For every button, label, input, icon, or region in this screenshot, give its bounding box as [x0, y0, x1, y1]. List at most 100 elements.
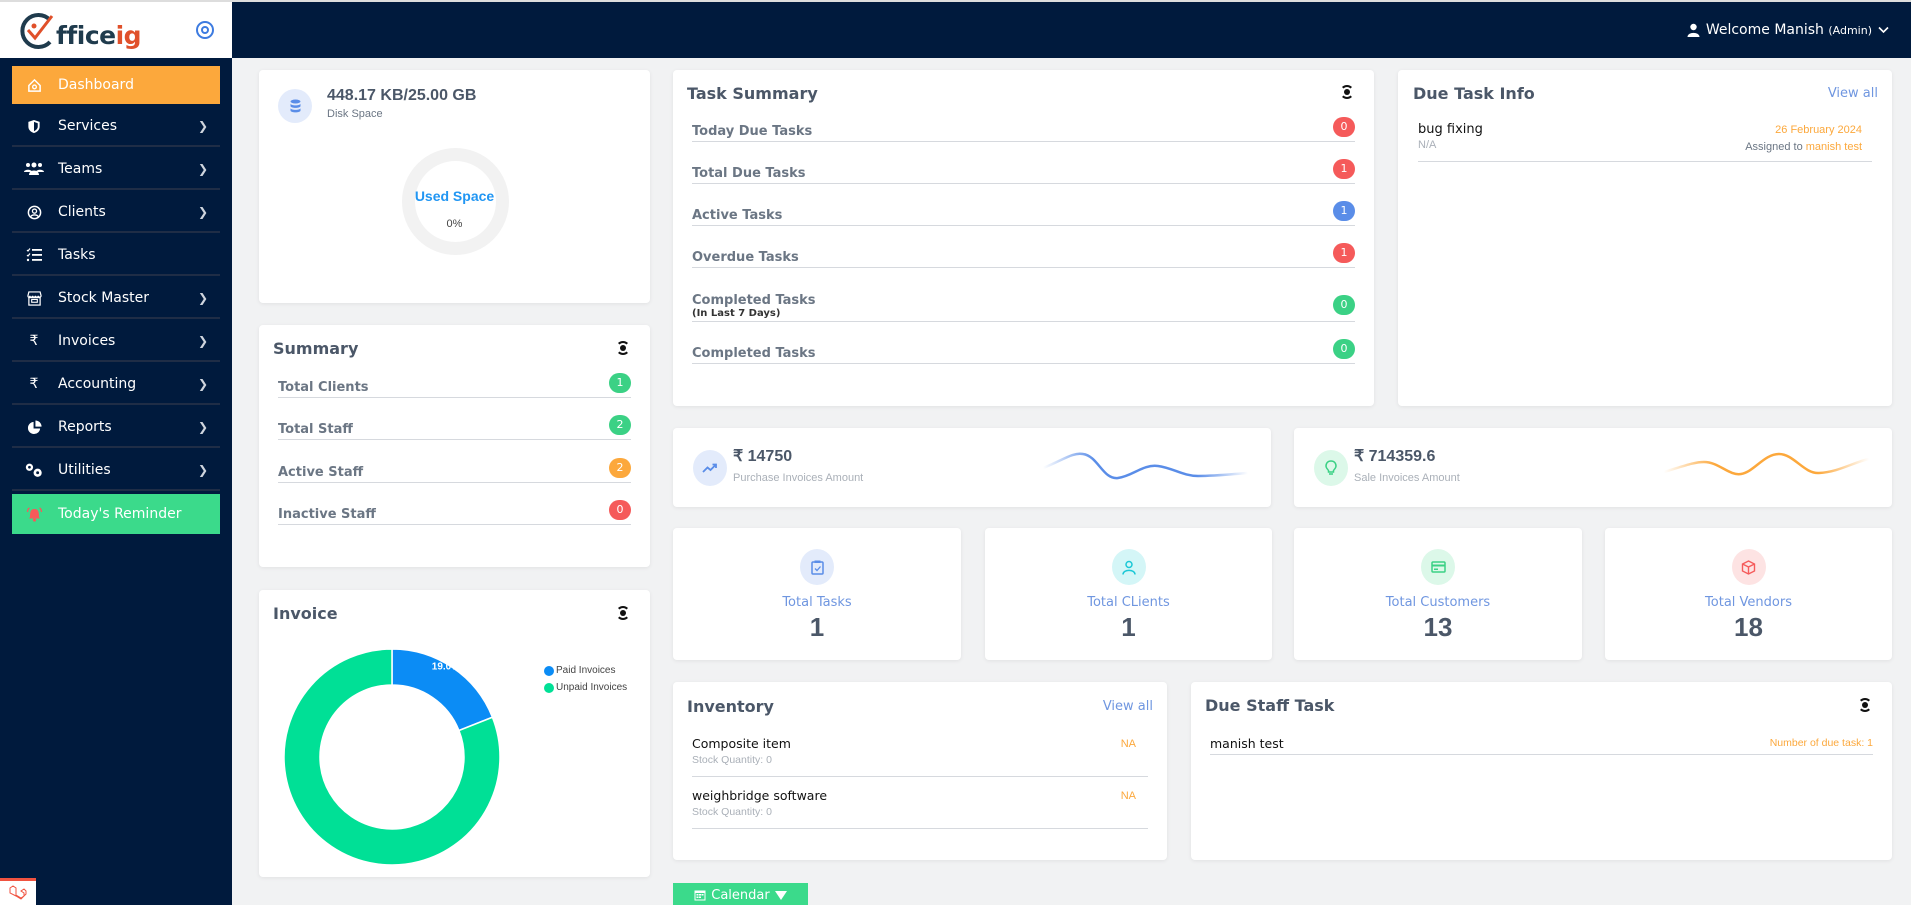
sidebar-item-dashboard[interactable]: Dashboard — [12, 66, 220, 104]
calendar-label: Calendar — [711, 887, 770, 903]
sidebar-item-todays-reminder[interactable]: Today's Reminder — [12, 494, 220, 534]
row-label: Completed Tasks — [692, 346, 816, 361]
legend-item-paid[interactable]: Paid Invoices — [544, 665, 627, 676]
disk-space-value: 448.17 KB/25.00 GB — [327, 87, 477, 104]
inventory-item[interactable]: weighbridge software Stock Quantity: 0 N… — [692, 788, 1148, 829]
sidebar-item-teams[interactable]: Teams ❯ — [12, 150, 220, 190]
task-due-date: 26 February 2024 — [1775, 124, 1862, 136]
stat-label: Total Vendors — [1705, 595, 1792, 610]
view-all-link[interactable]: View all — [1828, 86, 1878, 101]
stat-value: 13 — [1423, 612, 1453, 642]
refresh-icon[interactable] — [616, 341, 630, 355]
sidebar-item-tasks[interactable]: Tasks — [12, 236, 220, 276]
refresh-icon[interactable] — [1858, 698, 1872, 712]
item-name: weighbridge software — [692, 788, 828, 803]
chart-legend: Paid Invoices Unpaid Invoices — [544, 665, 627, 693]
staff-name: manish test — [1210, 736, 1284, 751]
stat-card-total-clients[interactable]: Total CLients 1 — [985, 528, 1272, 660]
laravel-debug-icon[interactable] — [0, 878, 36, 905]
stat-card-total-customers[interactable]: Total Customers 13 — [1294, 528, 1582, 660]
due-staff-task-card: Due Staff Task manish test Number of due… — [1191, 682, 1892, 860]
row-sublabel: (In Last 7 Days) — [692, 308, 781, 319]
count-badge: 0 — [1333, 117, 1355, 137]
sidebar-item-label: Invoices — [58, 333, 116, 349]
assignee-name[interactable]: manish test — [1806, 141, 1862, 153]
item-quantity: Stock Quantity: 0 — [692, 806, 772, 818]
stat-value: 1 — [809, 612, 825, 642]
clipboard-check-icon — [800, 549, 834, 585]
stat-card-total-vendors[interactable]: Total Vendors 18 — [1605, 528, 1892, 660]
refresh-icon[interactable] — [616, 606, 630, 620]
sidebar-item-reports[interactable]: Reports ❯ — [12, 408, 220, 448]
sidebar-item-accounting[interactable]: ₹ Accounting ❯ — [12, 365, 220, 405]
sidebar-item-label: Clients — [58, 204, 106, 220]
due-staff-item[interactable]: manish test Number of due task: 1 — [1210, 735, 1873, 755]
summary-title: Summary — [273, 339, 359, 358]
sidebar-item-utilities[interactable]: Utilities ❯ — [12, 451, 220, 491]
row-label: Inactive Staff — [278, 507, 376, 522]
sidebar-item-label: Dashboard — [58, 77, 134, 93]
invoice-donut-chart: 19.0%81.0% — [284, 648, 501, 866]
welcome-text: Welcome Manish — [1705, 22, 1824, 38]
rupee-icon: ₹ — [29, 376, 39, 392]
store-icon — [24, 290, 44, 306]
legend-swatch — [544, 682, 554, 693]
item-quantity: Stock Quantity: 0 — [692, 754, 772, 766]
row-label: Total Due Tasks — [692, 166, 806, 181]
caret-down-icon — [774, 890, 787, 900]
row-label: Active Tasks — [692, 208, 783, 223]
sidebar-item-stock-master[interactable]: Stock Master ❯ — [12, 279, 220, 319]
stat-label: Total Customers — [1385, 595, 1491, 610]
task-row: Completed Tasks (In Last 7 Days) 0 — [692, 282, 1355, 322]
sidebar-item-label: Utilities — [58, 462, 111, 478]
sidebar-item-services[interactable]: Services ❯ — [12, 107, 220, 147]
sidebar-item-label: Accounting — [58, 376, 137, 392]
top-bar: Welcome Manish (Admin) — [232, 0, 1911, 58]
due-task-item[interactable]: bug fixing N/A 26 February 2024 Assigned… — [1418, 122, 1872, 162]
sidebar-nav: Dashboard Services ❯ Teams ❯ Clients ❯ T… — [0, 58, 232, 534]
chevron-right-icon: ❯ — [197, 463, 208, 477]
count-badge: 0 — [1333, 339, 1355, 359]
logo-o-icon — [20, 13, 54, 49]
user-icon — [1687, 23, 1700, 37]
calendar-button[interactable]: Calendar — [673, 883, 808, 905]
sidebar-item-label: Reports — [58, 419, 112, 435]
used-space-label: Used Space — [414, 188, 495, 204]
refresh-icon[interactable] — [1340, 85, 1354, 99]
task-row: Today Due Tasks 0 — [692, 114, 1355, 142]
user-menu[interactable]: Welcome Manish (Admin) — [1687, 22, 1889, 38]
shield-icon — [24, 119, 44, 134]
due-staff-task-title: Due Staff Task — [1205, 696, 1335, 715]
legend-swatch — [544, 665, 554, 676]
logo[interactable]: ffice ig — [20, 10, 142, 50]
task-row: Active Tasks 1 — [692, 198, 1355, 226]
sidebar-toggle-icon[interactable] — [196, 21, 214, 39]
count-badge: 2 — [609, 458, 631, 478]
stat-label: Total CLients — [1087, 595, 1170, 610]
inventory-item[interactable]: Composite item Stock Quantity: 0 NA — [692, 736, 1148, 777]
stat-value: 18 — [1734, 612, 1763, 642]
row-label: Total Staff — [278, 422, 353, 437]
sidebar-item-invoices[interactable]: ₹ Invoices ❯ — [12, 322, 220, 362]
brand-bar: ffice ig — [0, 0, 232, 58]
count-badge: 0 — [1333, 295, 1355, 315]
due-task-info-title: Due Task Info — [1413, 84, 1535, 103]
pie-chart-icon — [24, 419, 44, 435]
lightbulb-icon — [1314, 450, 1348, 486]
view-all-link[interactable]: View all — [1103, 699, 1153, 714]
summary-row: Active Staff 2 — [278, 455, 631, 483]
chevron-right-icon: ❯ — [197, 119, 208, 133]
stat-card-total-tasks[interactable]: Total Tasks 1 — [673, 528, 961, 660]
due-task-count: Number of due task: 1 — [1769, 737, 1873, 749]
summary-card: Summary Total Clients 1 Total Staff 2 Acti… — [259, 325, 650, 567]
task-row: Overdue Tasks 1 — [692, 240, 1355, 268]
trending-up-icon — [693, 450, 727, 486]
legend-item-unpaid[interactable]: Unpaid Invoices — [544, 682, 627, 693]
invoice-title: Invoice — [273, 604, 338, 623]
purchase-label: Purchase Invoices Amount — [733, 472, 864, 484]
task-row: Completed Tasks 0 — [692, 336, 1355, 364]
logo-text: ffice — [56, 21, 116, 50]
stat-label: Total Tasks — [782, 595, 852, 610]
user-circle-icon — [24, 205, 44, 220]
sidebar-item-clients[interactable]: Clients ❯ — [12, 193, 220, 233]
